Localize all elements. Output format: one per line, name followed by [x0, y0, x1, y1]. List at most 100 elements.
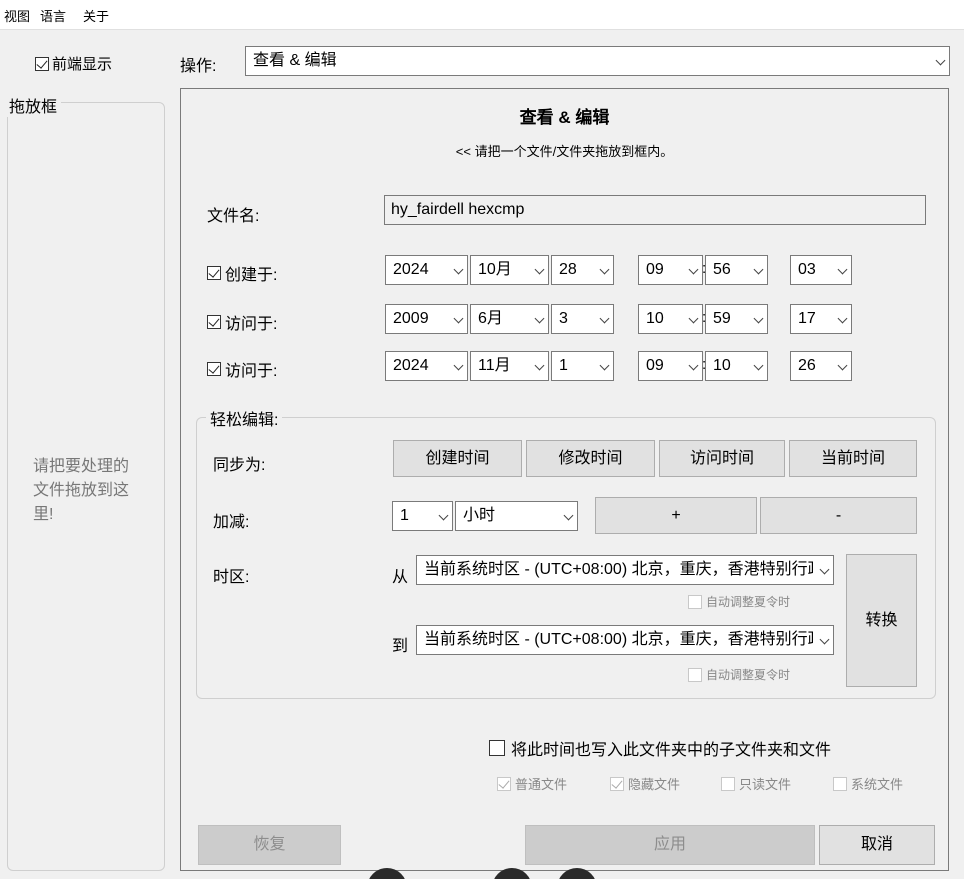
chevron-down-icon [753, 264, 764, 275]
chevron-down-icon [837, 313, 848, 324]
tz-from-dst-toggle[interactable]: 自动调整夏令时 [688, 593, 790, 610]
date-year-select[interactable]: 2009 [385, 304, 468, 334]
tz-to-label: 到 [392, 638, 409, 655]
date-second-select[interactable]: 17 [790, 304, 852, 334]
sync-modified-button[interactable]: 修改时间 [526, 440, 655, 477]
tz-to-dst-label: 自动调整夏令时 [706, 668, 791, 682]
tz-from-select[interactable]: 当前系统时区 - (UTC+08:00) 北京，重庆，香港特别行政区 [416, 555, 834, 585]
sync-now-button[interactable]: 当前时间 [789, 440, 917, 477]
page-title: 查看 & 编辑 [519, 108, 610, 127]
hidden-files-toggle[interactable]: 隐藏文件 [610, 774, 680, 793]
hidden-files-checkbox[interactable] [610, 776, 624, 791]
tz-to-dst-toggle[interactable]: 自动调整夏令时 [688, 666, 790, 683]
restore-button[interactable]: 恢复 [198, 825, 341, 865]
date-day-select[interactable]: 28 [551, 255, 614, 285]
menu-language[interactable]: 语言 [40, 6, 66, 25]
tz-to-dst-checkbox[interactable] [688, 667, 702, 682]
readonly-files-toggle[interactable]: 只读文件 [721, 774, 791, 793]
chevron-down-icon [837, 264, 848, 275]
tz-to-select[interactable]: 当前系统时区 - (UTC+08:00) 北京，重庆，香港特别行政区 [416, 625, 834, 655]
front-display-checkbox[interactable] [35, 56, 49, 71]
system-files-toggle[interactable]: 系统文件 [833, 774, 903, 793]
date-row-label: 创建于: [225, 267, 278, 284]
recursive-checkbox[interactable] [489, 740, 505, 756]
recursive-label: 将此时间也写入此文件夹中的子文件夹和文件 [511, 742, 832, 759]
chevron-down-icon [688, 313, 699, 324]
menu-about[interactable]: 关于 [83, 6, 109, 25]
date-row-label: 访问于: [225, 363, 278, 380]
date-minute-select[interactable]: 56 [705, 255, 768, 285]
tz-from-dst-label: 自动调整夏令时 [706, 595, 791, 609]
chevron-down-icon [819, 564, 830, 575]
system-files-checkbox[interactable] [833, 776, 847, 791]
date-month-select[interactable]: 6月 [470, 304, 549, 334]
filename-label: 文件名: [207, 208, 260, 225]
date-year-select[interactable]: 2024 [385, 351, 468, 381]
chevron-down-icon [599, 360, 610, 371]
drop-box-hint: 请把要处理的文件拖放到这里! [33, 458, 130, 523]
chevron-down-icon [534, 360, 545, 371]
date-row-checkbox[interactable] [207, 362, 221, 376]
date-minute-select[interactable]: 59 [705, 304, 768, 334]
date-day-select[interactable]: 1 [551, 351, 614, 381]
chevron-down-icon [753, 313, 764, 324]
system-files-label: 系统文件 [851, 777, 904, 792]
hidden-files-label: 隐藏文件 [628, 777, 681, 792]
adjust-amount-select[interactable]: 1 [392, 501, 453, 531]
normal-files-label: 普通文件 [515, 777, 568, 792]
filename-field[interactable]: hy_fairdell hexcmp [384, 195, 926, 225]
normal-files-checkbox[interactable] [497, 776, 511, 791]
readonly-files-label: 只读文件 [739, 777, 792, 792]
chevron-down-icon [753, 360, 764, 371]
recursive-toggle[interactable]: 将此时间也写入此文件夹中的子文件夹和文件 [489, 736, 831, 760]
page-subtitle: << 请把一个文件/文件夹拖放到框内。 [455, 144, 674, 159]
date-row-label: 访问于: [225, 316, 278, 333]
easy-edit-title: 轻松编辑: [206, 406, 283, 430]
convert-button[interactable]: 转换 [846, 554, 917, 687]
chevron-down-icon [453, 264, 464, 275]
date-row-checkbox[interactable] [207, 315, 221, 329]
date-hour-select[interactable]: 09 [638, 351, 703, 381]
normal-files-toggle[interactable]: 普通文件 [497, 774, 567, 793]
subtract-button[interactable]: - [760, 497, 917, 534]
drop-box-title: 拖放框 [5, 93, 62, 117]
date-second-select[interactable]: 26 [790, 351, 852, 381]
date-row-toggle[interactable]: 创建于: [207, 261, 277, 285]
date-day-select[interactable]: 3 [551, 304, 614, 334]
chevron-down-icon [534, 264, 545, 275]
date-month-select[interactable]: 11月 [470, 351, 549, 381]
sync-created-button[interactable]: 创建时间 [393, 440, 522, 477]
sync-label: 同步为: [213, 457, 266, 474]
tz-from-label: 从 [392, 569, 409, 586]
date-hour-select[interactable]: 10 [638, 304, 703, 334]
readonly-files-checkbox[interactable] [721, 776, 735, 791]
front-display-toggle[interactable]: 前端显示 [35, 53, 112, 74]
date-month-select[interactable]: 10月 [470, 255, 549, 285]
adjust-unit-select[interactable]: 小时 [455, 501, 578, 531]
date-row-toggle[interactable]: 访问于: [207, 310, 277, 334]
tz-from-dst-checkbox[interactable] [688, 594, 702, 609]
cancel-button[interactable]: 取消 [819, 825, 935, 865]
chevron-down-icon [837, 360, 848, 371]
menu-bar: 视图 语言 关于 [0, 0, 964, 30]
time-separator: : [702, 309, 707, 326]
add-button[interactable]: + [595, 497, 757, 534]
date-year-select[interactable]: 2024 [385, 255, 468, 285]
chevron-down-icon [935, 55, 946, 66]
date-row-checkbox[interactable] [207, 266, 221, 280]
date-minute-select[interactable]: 10 [705, 351, 768, 381]
chevron-down-icon [563, 510, 574, 521]
chevron-down-icon [453, 360, 464, 371]
adjust-label: 加减: [213, 514, 250, 531]
sync-accessed-button[interactable]: 访问时间 [659, 440, 785, 477]
chevron-down-icon [688, 264, 699, 275]
menu-view[interactable]: 视图 [4, 6, 30, 25]
chevron-down-icon [453, 313, 464, 324]
operation-select[interactable]: 查看 & 编辑 [245, 46, 950, 76]
date-row-toggle[interactable]: 访问于: [207, 357, 277, 381]
operation-label: 操作: [180, 58, 217, 75]
chevron-down-icon [688, 360, 699, 371]
apply-button[interactable]: 应用 [525, 825, 815, 865]
date-second-select[interactable]: 03 [790, 255, 852, 285]
date-hour-select[interactable]: 09 [638, 255, 703, 285]
